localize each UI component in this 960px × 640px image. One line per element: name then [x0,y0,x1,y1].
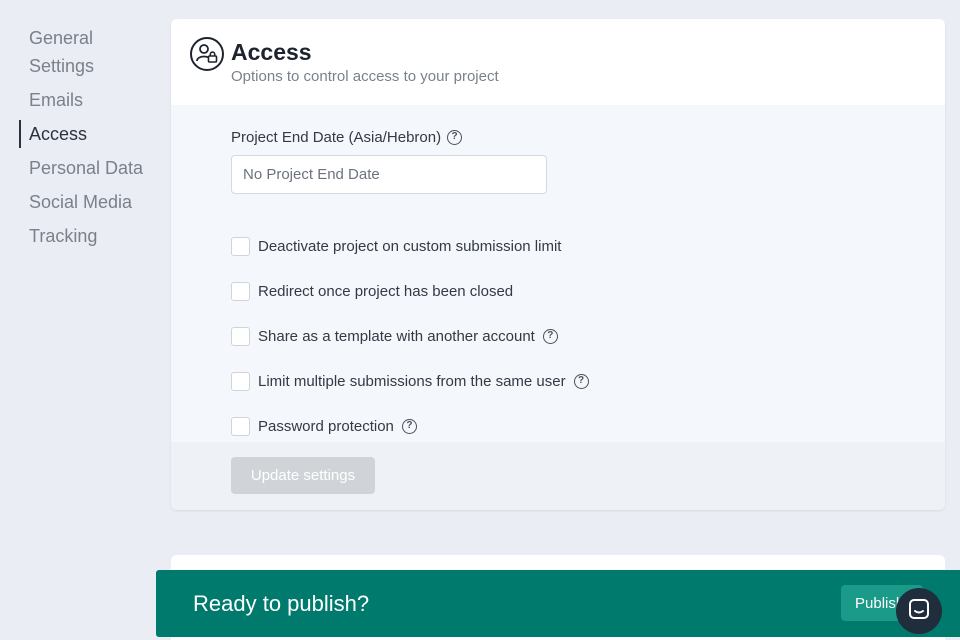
access-options-panel: Project End Date (Asia/Hebron) ? Deactiv… [171,105,945,442]
option-label: Limit multiple submissions from the same… [258,373,566,390]
card-footer: Update settings [171,442,945,510]
checkbox[interactable] [231,237,250,256]
sidebar-item-personal-data[interactable]: Personal Data [0,154,160,182]
sidebar-item-social-media[interactable]: Social Media [0,188,160,216]
page-title: Access [231,39,312,65]
help-icon[interactable]: ? [542,329,558,344]
sidebar-item-emails[interactable]: Emails [0,86,160,114]
option-password-protection[interactable]: Password protection ? [231,417,417,436]
chat-icon [908,598,930,625]
publish-bar: Ready to publish? Publish [156,570,960,637]
sidebar-item-tracking[interactable]: Tracking [0,222,160,250]
option-label: Password protection [258,418,394,435]
option-limit-multiple-submissions[interactable]: Limit multiple submissions from the same… [231,372,589,391]
project-end-date-input[interactable] [231,155,547,194]
checkbox[interactable] [231,282,250,301]
card-header: Access Options to control access to your… [171,19,945,105]
help-icon[interactable]: ? [573,374,589,389]
option-redirect-closed[interactable]: Redirect once project has been closed [231,282,513,301]
sidebar-item-general-settings[interactable]: General Settings [0,24,140,80]
option-share-template[interactable]: Share as a template with another account… [231,327,558,346]
chat-launcher-button[interactable] [896,588,942,634]
help-icon[interactable]: ? [447,130,463,145]
sidebar-item-access[interactable]: Access [0,120,160,148]
help-icon[interactable]: ? [401,419,417,434]
end-date-label: Project End Date (Asia/Hebron) [231,129,442,146]
update-settings-button[interactable]: Update settings [231,457,375,494]
publish-prompt: Ready to publish? [193,591,370,616]
settings-sidebar: General Settings Emails Access Personal … [0,24,160,250]
option-label: Deactivate project on custom submission … [258,238,562,255]
checkbox[interactable] [231,327,250,346]
option-label: Share as a template with another account [258,328,535,345]
end-date-label-row: Project End Date (Asia/Hebron) ? [231,129,463,146]
user-lock-icon [190,37,224,71]
option-deactivate-submission-limit[interactable]: Deactivate project on custom submission … [231,237,561,256]
checkbox[interactable] [231,417,250,436]
access-card: Access Options to control access to your… [171,19,945,510]
option-label: Redirect once project has been closed [258,283,514,300]
checkbox[interactable] [231,372,250,391]
page-subtitle: Options to control access to your projec… [231,68,499,85]
